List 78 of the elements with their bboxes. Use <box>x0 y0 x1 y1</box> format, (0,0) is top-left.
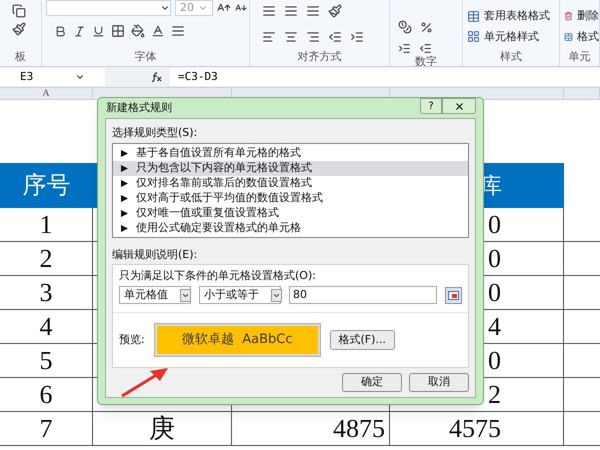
help-button[interactable]: ? <box>420 98 442 114</box>
table-cell: 5 <box>0 344 93 377</box>
rule-type-label: 选择规则类型(S): <box>112 126 198 140</box>
dialog-button[interactable]: 取消 <box>409 373 469 392</box>
format-button[interactable]: 格式(F)... <box>330 330 395 350</box>
triangle-icon <box>121 150 128 157</box>
table-cell-text: 4575 <box>449 413 501 445</box>
formula-field[interactable]: =C3-D3 <box>170 68 600 86</box>
align-center-icon[interactable] <box>284 30 298 44</box>
table-cell-text: 0 <box>488 345 501 377</box>
font-name-field[interactable] <box>46 0 171 16</box>
triangle-icon <box>121 180 128 187</box>
column-header[interactable]: A <box>42 88 50 98</box>
function-icon[interactable] <box>151 72 162 82</box>
table-cell: 6 <box>0 378 93 411</box>
value-field[interactable]: 80 <box>289 286 438 304</box>
header-cell: 序号 <box>0 163 93 208</box>
styles-button[interactable]: 单元格样式 <box>467 28 559 45</box>
table-cell-text: 2 <box>488 379 501 411</box>
align-left-icon[interactable] <box>262 30 276 44</box>
currency-icon[interactable] <box>398 20 412 34</box>
underline-icon[interactable] <box>92 24 105 38</box>
range-picker-icon <box>448 290 460 300</box>
font-color-icon[interactable] <box>151 24 165 38</box>
triangle-icon <box>121 165 128 172</box>
cells-button[interactable]: 格式 <box>564 28 599 45</box>
triangle-icon <box>121 195 128 202</box>
table-cell: 3 <box>0 276 93 309</box>
align-middle-icon[interactable] <box>284 4 298 18</box>
dialog-title: 新建格式规则 <box>105 100 172 116</box>
align-right-icon[interactable] <box>306 30 320 44</box>
range-picker-button[interactable] <box>445 286 462 304</box>
close-button[interactable] <box>442 98 476 114</box>
table-cell-text: 4875 <box>333 413 385 445</box>
align-bottom-icon[interactable] <box>306 4 320 18</box>
italic-icon[interactable] <box>73 24 86 38</box>
decrease-indent-icon[interactable] <box>328 30 342 44</box>
group-label: 单元 <box>568 50 592 65</box>
table-cell-text: 0 <box>488 209 501 241</box>
increase-indent-icon[interactable] <box>350 30 364 44</box>
dropdown-arrow-button[interactable] <box>271 288 282 302</box>
delete-icon <box>564 10 573 22</box>
table-icon <box>564 30 573 43</box>
table-cell-text: 4 <box>488 311 501 343</box>
close-icon <box>454 100 464 112</box>
group-label: 对齐方式 <box>296 50 342 65</box>
group-label: 字体 <box>134 50 158 65</box>
cells-button[interactable]: 删除 <box>564 8 599 24</box>
table-cell: 4 <box>0 310 93 343</box>
table-cell: 7 <box>0 412 93 445</box>
preview-label: 预览: <box>119 332 145 348</box>
name-box[interactable]: E3 <box>0 68 105 86</box>
group-label: 样式 <box>499 50 523 65</box>
description-label: 编辑规则说明(E): <box>112 248 198 262</box>
bold-icon[interactable] <box>54 24 67 38</box>
pointer-arrow <box>120 365 170 398</box>
styles-button[interactable]: 套用表格格式 <box>467 8 559 24</box>
table-cell: 1 <box>0 208 93 241</box>
table-cell-text: 0 <box>488 243 501 275</box>
fill-color-icon[interactable] <box>131 24 145 38</box>
group-label: 板 <box>14 50 27 65</box>
triangle-icon <box>121 210 128 217</box>
table-cell-text: 庚 <box>149 413 175 445</box>
condition-dropdown[interactable]: 小于或等于 <box>199 286 281 304</box>
condition-label: 只为满足以下条件的单元格设置格式(O): <box>119 269 317 283</box>
align-top-icon[interactable] <box>262 4 276 18</box>
dropdown-arrow-button[interactable] <box>180 288 191 302</box>
triangle-icon <box>121 225 128 232</box>
rule-type-item[interactable]: 只为包含以下内容的单元格设置格式 <box>113 161 468 176</box>
table-icon <box>467 10 480 23</box>
grid-icon <box>467 30 480 44</box>
dialog-button[interactable]: 确定 <box>342 373 402 392</box>
percent-icon[interactable] <box>420 20 433 34</box>
preview-box: 微软卓越 AaBbCc <box>154 324 320 356</box>
border-icon[interactable] <box>111 24 125 38</box>
table-cell-text: 0 <box>488 277 501 309</box>
table-cell: 2 <box>0 242 93 275</box>
condition-dropdown[interactable]: 单元格值 <box>119 286 191 304</box>
